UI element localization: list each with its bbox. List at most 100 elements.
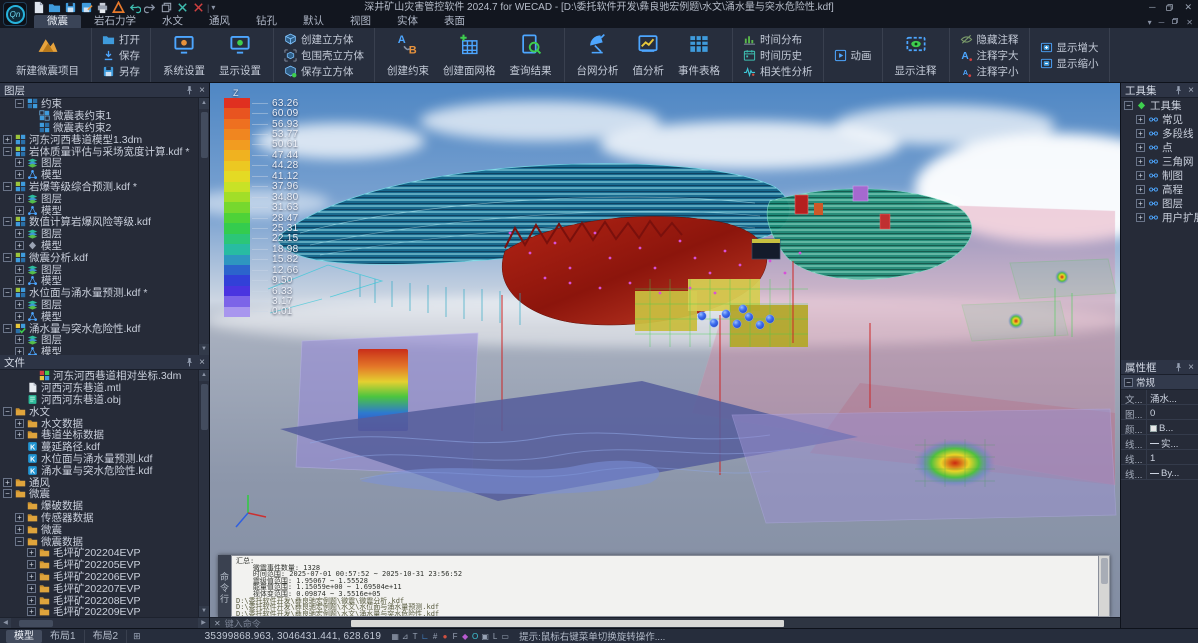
- ribbon-button[interactable]: 保存: [97, 47, 145, 63]
- quick-access-dropdown-icon[interactable]: ▾: [211, 3, 215, 12]
- property-row[interactable]: 颜...B...: [1121, 420, 1198, 435]
- menu-tab[interactable]: 钻孔: [243, 15, 290, 28]
- command-input[interactable]: 键入命令: [225, 617, 261, 629]
- tree-expander[interactable]: +: [15, 276, 24, 285]
- layer-item[interactable]: −数值计算岩爆风险等级.kdf: [0, 216, 198, 228]
- layer-item[interactable]: −岩体质量评估与采场宽度计算.kdf *: [0, 145, 198, 157]
- ribbon-button[interactable]: 查询结果: [503, 28, 559, 82]
- restore-button[interactable]: [1165, 3, 1174, 12]
- ribbon-button[interactable]: 另存: [97, 63, 145, 79]
- menu-tab[interactable]: 默认: [290, 15, 337, 28]
- property-row[interactable]: 线...1: [1121, 450, 1198, 465]
- file-item[interactable]: +传感器数据: [0, 512, 198, 524]
- object-tracking-icon[interactable]: O: [471, 630, 479, 643]
- tree-expander[interactable]: +: [15, 430, 24, 439]
- toolset-item[interactable]: +制图: [1121, 168, 1198, 182]
- close-doc-icon[interactable]: [192, 1, 205, 14]
- pin-icon[interactable]: [184, 85, 195, 96]
- ribbon-button[interactable]: 台网分析: [570, 28, 626, 82]
- tree-expander[interactable]: +: [27, 572, 36, 581]
- tree-expander[interactable]: +: [15, 300, 24, 309]
- property-row[interactable]: 线...实...: [1121, 435, 1198, 450]
- viewport-3d[interactable]: Z 63.2660.0956.9353.7750.6147.4444.2841.…: [210, 83, 1120, 628]
- text-display-icon[interactable]: T: [411, 630, 419, 643]
- tree-expander[interactable]: +: [1136, 157, 1145, 166]
- property-value[interactable]: 涌水...: [1147, 390, 1198, 404]
- properties-section-header[interactable]: − 常规: [1121, 375, 1198, 390]
- new-viewport-icon[interactable]: [160, 1, 173, 14]
- ribbon-button[interactable]: 打开: [97, 31, 145, 47]
- tree-expander[interactable]: +: [15, 241, 24, 250]
- layout-tab[interactable]: 布局1: [42, 630, 85, 643]
- command-clear-icon[interactable]: ✕: [214, 619, 221, 628]
- layer-item[interactable]: −岩爆等级综合预测.kdf *: [0, 181, 198, 193]
- tree-expander[interactable]: +: [15, 170, 24, 179]
- grid-display-icon[interactable]: ▦: [391, 630, 399, 643]
- tree-expander[interactable]: +: [1136, 129, 1145, 138]
- tree-expander[interactable]: +: [1136, 185, 1145, 194]
- pin-icon[interactable]: [184, 357, 195, 368]
- command-console[interactable]: 命令行 汇总: 微震事件数量: 1328 时间范围: 2025-07-01 00…: [218, 555, 1110, 617]
- ribbon-button[interactable]: 创建面网格: [436, 28, 503, 82]
- tree-expander[interactable]: +: [27, 548, 36, 557]
- scroll-thumb[interactable]: [19, 620, 53, 627]
- scroll-thumb[interactable]: [201, 112, 208, 158]
- file-item[interactable]: +毛坪矿202209EVP: [0, 606, 198, 617]
- toolset-item[interactable]: +三角网: [1121, 154, 1198, 168]
- layout-mode-icon[interactable]: ▭: [501, 630, 509, 643]
- tree-expander[interactable]: −: [3, 288, 12, 297]
- file-item[interactable]: −水文: [0, 405, 198, 417]
- tree-expander[interactable]: +: [15, 229, 24, 238]
- ribbon-button[interactable]: 动画: [829, 47, 877, 63]
- pin-icon[interactable]: [1173, 362, 1184, 373]
- ribbon-button[interactable]: AB创建约束: [380, 28, 436, 82]
- filter-mode-icon[interactable]: F: [451, 630, 459, 643]
- layer-item[interactable]: −涌水量与突水危险性.kdf: [0, 322, 198, 334]
- property-row[interactable]: 文...涌水...: [1121, 390, 1198, 405]
- ribbon-button[interactable]: 时间分布: [738, 31, 818, 47]
- file-item[interactable]: +微震: [0, 523, 198, 535]
- object-snap-icon[interactable]: ◆: [461, 630, 469, 643]
- tree-expander[interactable]: −: [3, 147, 12, 156]
- tree-expander[interactable]: +: [15, 194, 24, 203]
- app-logo-icon[interactable]: Qn: [3, 2, 27, 26]
- layer-item[interactable]: +图层: [0, 299, 198, 311]
- snap-mode-icon[interactable]: ⊿: [401, 630, 409, 643]
- layer-item[interactable]: +模型: [0, 346, 198, 355]
- close-panel-icon[interactable]: ×: [1188, 85, 1194, 96]
- layer-item[interactable]: +图层: [0, 192, 198, 204]
- tree-expander[interactable]: +: [1136, 143, 1145, 152]
- toolset-item[interactable]: +高程: [1121, 182, 1198, 196]
- toolset-item[interactable]: +常见: [1121, 112, 1198, 126]
- tree-expander[interactable]: +: [15, 158, 24, 167]
- ribbon-button[interactable]: 事件表格: [671, 28, 727, 82]
- scroll-up-icon[interactable]: ▲: [199, 370, 210, 381]
- toolset-item[interactable]: +点: [1121, 140, 1198, 154]
- layout-tab[interactable]: 布局2: [85, 630, 128, 643]
- tree-expander[interactable]: −: [3, 407, 12, 416]
- doc-menu-icon[interactable]: ▾: [1148, 18, 1152, 27]
- menu-tab[interactable]: 微震: [34, 15, 81, 28]
- collapse-icon[interactable]: −: [1124, 378, 1133, 387]
- scroll-up-icon[interactable]: ▲: [199, 98, 210, 109]
- property-value[interactable]: B...: [1147, 420, 1198, 434]
- ribbon-button[interactable]: 值分析: [626, 28, 672, 82]
- dynamic-input-icon[interactable]: ●: [441, 630, 449, 643]
- tree-expander[interactable]: +: [27, 584, 36, 593]
- undo-icon[interactable]: [128, 1, 141, 14]
- layer-item[interactable]: +图层: [0, 334, 198, 346]
- file-item[interactable]: 爆破数据: [0, 500, 198, 512]
- ribbon-button[interactable]: 保存立方体: [279, 63, 369, 79]
- layer-item[interactable]: +图层: [0, 157, 198, 169]
- close-panel-icon[interactable]: ×: [199, 357, 205, 368]
- tree-expander[interactable]: −: [3, 489, 12, 498]
- close-view-icon[interactable]: [176, 1, 189, 14]
- tree-expander[interactable]: +: [1136, 199, 1145, 208]
- property-value[interactable]: 1: [1147, 450, 1198, 464]
- tree-expander[interactable]: +: [3, 135, 12, 144]
- ribbon-button[interactable]: 隐藏注释: [955, 31, 1024, 47]
- lineweight-display-icon[interactable]: L: [491, 630, 499, 643]
- ribbon-button[interactable]: 显示增大: [1035, 39, 1104, 55]
- tree-expander[interactable]: +: [15, 513, 24, 522]
- ribbon-button[interactable]: 显示设置: [212, 28, 268, 82]
